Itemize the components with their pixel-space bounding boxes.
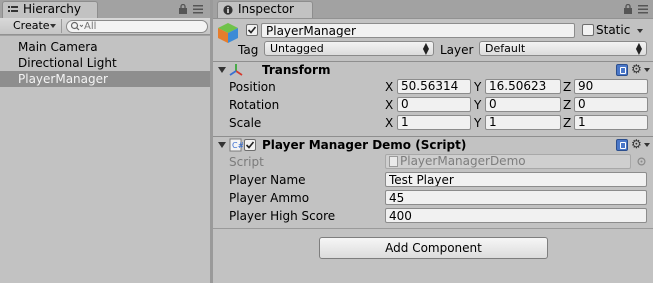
tag-value: Untagged xyxy=(270,42,324,55)
info-icon xyxy=(223,5,233,15)
panel-menu-icon[interactable] xyxy=(193,4,203,14)
list-item-label: PlayerManager xyxy=(18,72,108,86)
transform-header[interactable]: Transform ⚙ xyxy=(213,61,653,78)
tab-inspector-label: Inspector xyxy=(238,2,294,16)
search-icon xyxy=(70,21,83,31)
create-label: Create xyxy=(13,19,50,32)
hierarchy-search[interactable] xyxy=(66,20,208,33)
create-dropdown-button[interactable]: Create xyxy=(4,19,62,33)
position-x-field[interactable]: 50.56314 xyxy=(397,79,471,94)
updown-arrows-icon: ▲ ▼ xyxy=(422,41,429,56)
scale-z-field[interactable]: 1 xyxy=(574,115,648,130)
list-icon xyxy=(8,6,18,12)
foldout-arrow-icon[interactable] xyxy=(218,67,226,73)
tab-hierarchy[interactable]: Hierarchy xyxy=(2,1,98,18)
transform-title: Transform xyxy=(262,63,331,77)
active-checkbox[interactable] xyxy=(246,24,258,36)
static-checkbox[interactable] xyxy=(582,24,594,36)
lock-icon[interactable] xyxy=(178,4,188,14)
list-item-label: Directional Light xyxy=(18,56,117,70)
rotation-y-field[interactable]: 0 xyxy=(485,97,561,112)
gear-icon[interactable]: ⚙ xyxy=(631,63,643,75)
script-file-icon xyxy=(389,156,398,167)
axis-z-label[interactable]: Z xyxy=(563,98,571,112)
help-book-icon[interactable] xyxy=(616,139,628,151)
axis-x-label[interactable]: X xyxy=(385,80,393,94)
component-enabled-checkbox[interactable] xyxy=(244,139,256,151)
hierarchy-tabbar: Hierarchy xyxy=(0,0,210,18)
tab-inspector[interactable]: Inspector xyxy=(217,1,313,18)
axis-x-label[interactable]: X xyxy=(385,98,393,112)
script-component-header[interactable]: C# Player Manager Demo (Script) ⚙ xyxy=(213,136,653,153)
transform-axes-icon xyxy=(229,64,243,76)
search-input[interactable] xyxy=(84,21,199,32)
svg-text:C#: C# xyxy=(232,141,243,150)
checkmark-icon xyxy=(247,26,257,34)
script-component-title: Player Manager Demo (Script) xyxy=(262,138,467,152)
list-item-directional-light[interactable]: Directional Light xyxy=(0,55,210,71)
inspector-panel: Inspector Static Tag U xyxy=(213,0,653,283)
chevron-down-icon xyxy=(644,143,650,147)
script-label: Script xyxy=(229,155,264,169)
rotation-z-field[interactable]: 0 xyxy=(574,97,648,112)
inspector-body: Static Tag Untagged ▲▼ Layer Default ▲▼ … xyxy=(213,18,653,283)
layer-dropdown[interactable]: Default ▲ ▼ xyxy=(479,41,647,56)
gameobject-cube-icon xyxy=(218,23,238,43)
chevron-down-icon xyxy=(50,24,56,28)
static-label: Static xyxy=(596,23,631,37)
layer-label: Layer xyxy=(440,43,474,57)
player-high-score-field[interactable] xyxy=(385,208,647,223)
tag-label: Tag xyxy=(238,43,259,57)
list-item-player-manager[interactable]: PlayerManager xyxy=(0,71,210,87)
script-value: PlayerManagerDemo xyxy=(400,154,526,168)
axis-y-label[interactable]: Y xyxy=(474,98,481,112)
axis-x-label[interactable]: X xyxy=(385,116,393,130)
axis-y-label[interactable]: Y xyxy=(474,116,481,130)
rotation-x-field[interactable]: 0 xyxy=(397,97,471,112)
list-item-label: Main Camera xyxy=(18,40,98,54)
player-ammo-label: Player Ammo xyxy=(229,191,310,205)
inspector-tabbar: Inspector xyxy=(213,0,653,18)
hierarchy-panel: Hierarchy Create Main Camera Directiona xyxy=(0,0,210,283)
gear-icon[interactable]: ⚙ xyxy=(631,138,643,150)
checkmark-icon xyxy=(245,141,255,149)
scale-x-field[interactable]: 1 xyxy=(397,115,471,130)
lock-icon[interactable] xyxy=(623,4,633,14)
chevron-down-icon xyxy=(644,68,650,72)
layer-value: Default xyxy=(485,42,526,55)
script-reference-field: PlayerManagerDemo xyxy=(385,154,631,169)
csharp-script-icon: C# xyxy=(229,138,243,152)
position-label: Position xyxy=(229,80,276,94)
panel-menu-icon[interactable] xyxy=(638,4,648,14)
axis-z-label[interactable]: Z xyxy=(563,80,571,94)
position-y-field[interactable]: 16.50623 xyxy=(485,79,561,94)
gameobject-header: Static Tag Untagged ▲▼ Layer Default ▲▼ xyxy=(213,19,653,61)
chevron-down-icon[interactable] xyxy=(637,29,643,33)
tag-dropdown[interactable]: Untagged ▲ ▼ xyxy=(264,41,434,56)
player-ammo-field[interactable] xyxy=(385,190,647,205)
axis-y-label[interactable]: Y xyxy=(474,80,481,94)
gameobject-name-field[interactable] xyxy=(261,23,575,38)
add-component-button[interactable]: Add Component xyxy=(319,237,548,259)
scale-label: Scale xyxy=(229,116,262,130)
scale-y-field[interactable]: 1 xyxy=(485,115,561,130)
hierarchy-list: Main Camera Directional Light PlayerMana… xyxy=(0,36,210,283)
foldout-arrow-icon[interactable] xyxy=(218,142,226,148)
help-book-icon[interactable] xyxy=(616,64,628,76)
object-picker-icon xyxy=(637,157,646,166)
position-z-field[interactable]: 90 xyxy=(574,79,648,94)
rotation-label: Rotation xyxy=(229,98,280,112)
hierarchy-toolbar: Create xyxy=(0,18,210,35)
player-name-field[interactable] xyxy=(385,172,647,187)
player-name-label: Player Name xyxy=(229,173,306,187)
axis-z-label[interactable]: Z xyxy=(563,116,571,130)
player-high-score-label: Player High Score xyxy=(229,209,336,223)
updown-arrows-icon: ▲ ▼ xyxy=(635,41,642,56)
list-item-main-camera[interactable]: Main Camera xyxy=(0,39,210,55)
component-divider xyxy=(213,228,653,229)
tab-hierarchy-label: Hierarchy xyxy=(23,2,82,16)
